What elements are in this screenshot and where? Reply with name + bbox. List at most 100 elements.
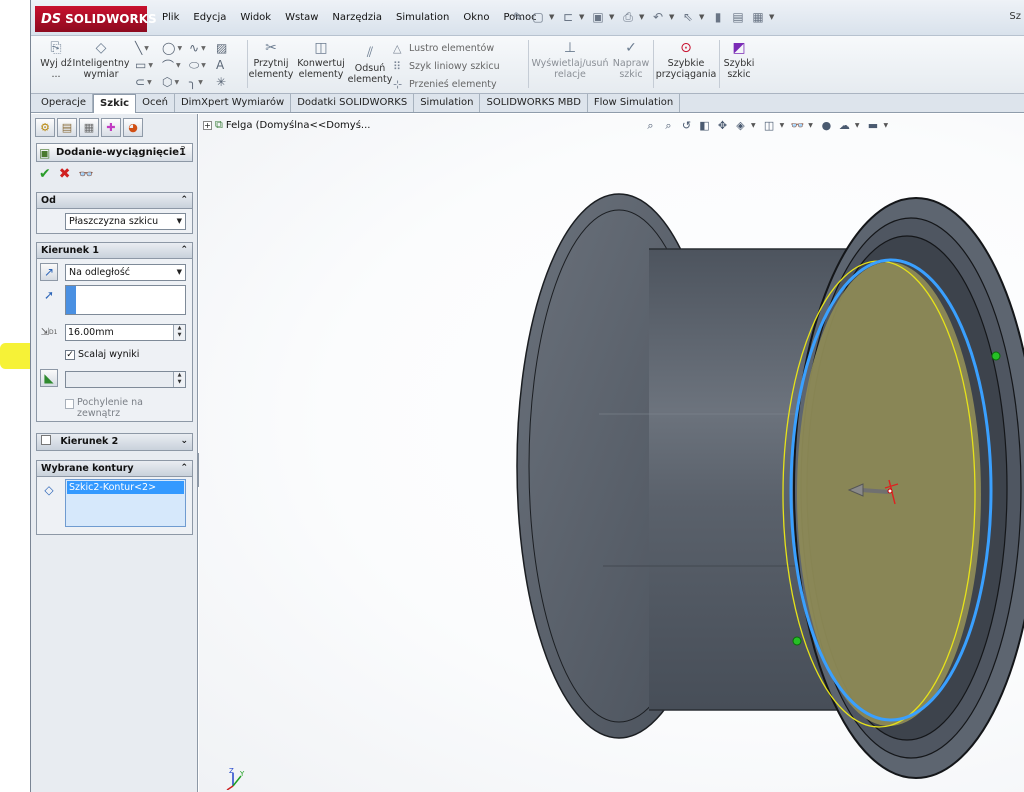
- feature-manager-icon[interactable]: ⚙: [35, 118, 55, 137]
- edit-appearance-icon[interactable]: ●: [819, 118, 834, 133]
- open-dropdown-icon[interactable]: ▼: [579, 13, 587, 21]
- direction-vector-field[interactable]: [65, 285, 186, 315]
- print-icon[interactable]: ⎙: [619, 8, 637, 26]
- tab-szkic[interactable]: Szkic: [93, 94, 137, 113]
- collapse-chevron-icon[interactable]: ⌃: [180, 461, 188, 476]
- draft-spinner-icon[interactable]: ▲ ▼: [173, 372, 185, 387]
- quick-snaps-button[interactable]: ⊙ Szybkie przyciągania: [655, 39, 717, 81]
- menu-plik[interactable]: Plik: [155, 11, 186, 25]
- options-dropdown-icon[interactable]: ▼: [769, 13, 777, 21]
- collapse-chevron-icon[interactable]: ⌃: [180, 243, 188, 258]
- previous-view-icon[interactable]: ↺: [679, 118, 694, 133]
- cancel-icon[interactable]: ✖: [59, 166, 71, 182]
- text-icon[interactable]: A: [216, 57, 242, 73]
- chevron-down-icon[interactable]: ▼: [808, 122, 813, 129]
- view-orientation-icon[interactable]: ◈: [733, 118, 748, 133]
- sketch-face[interactable]: [797, 262, 981, 726]
- apply-scene-icon[interactable]: ☁: [837, 118, 852, 133]
- tab-dimxpert[interactable]: DimXpert Wymiarów: [175, 94, 292, 112]
- new-document-icon[interactable]: ▢: [529, 8, 547, 26]
- display-manager-icon[interactable]: ◕: [123, 118, 143, 137]
- feature-tree-flyout[interactable]: + ⧉ Felga (Domyślna<<Domyś...: [203, 118, 370, 132]
- tab-simulation[interactable]: Simulation: [414, 94, 481, 112]
- linear-pattern-button[interactable]: ⠿ Szyk liniowy szkicu: [393, 57, 523, 75]
- selected-contours-header[interactable]: Wybrane kontury ⌃: [37, 461, 192, 477]
- file-properties-icon[interactable]: ▤: [729, 8, 747, 26]
- list-item[interactable]: Szkic2-Kontur<2>: [67, 481, 184, 494]
- expand-chevron-icon[interactable]: ⌄: [180, 434, 188, 449]
- direction2-header[interactable]: Kierunek 2 ⌄: [37, 434, 192, 450]
- print-dropdown-icon[interactable]: ▼: [639, 13, 647, 21]
- from-select[interactable]: Płaszczyzna szkicu ▼: [65, 213, 186, 230]
- detailed-preview-icon[interactable]: 👓: [78, 167, 93, 181]
- line-icon[interactable]: ╲ ▼: [135, 40, 161, 56]
- new-dropdown-icon[interactable]: ▼: [549, 13, 557, 21]
- section-view-icon[interactable]: ◧: [697, 118, 712, 133]
- property-manager-icon[interactable]: ▤: [57, 118, 77, 137]
- slot-icon[interactable]: ⊂ ▼: [135, 74, 161, 90]
- menu-edycja[interactable]: Edycja: [186, 11, 233, 25]
- graphics-area[interactable]: + ⧉ Felga (Domyślna<<Domyś... ⌕ ⌕ ↺ ◧ ✥ …: [199, 114, 1024, 792]
- save-dropdown-icon[interactable]: ▼: [609, 13, 617, 21]
- select-dropdown-icon[interactable]: ▼: [699, 13, 707, 21]
- ok-icon[interactable]: ✔: [39, 166, 51, 182]
- draft-angle-input[interactable]: ▲ ▼: [65, 371, 186, 388]
- options-icon[interactable]: ▦: [749, 8, 767, 26]
- end-condition-select[interactable]: Na odległość ▼: [65, 264, 186, 281]
- expand-plus-icon[interactable]: +: [203, 120, 212, 130]
- rapid-sketch-button[interactable]: ◩ Szybki szkic: [721, 39, 757, 81]
- select-icon[interactable]: ⇖: [679, 8, 697, 26]
- from-group-header[interactable]: Od ⌃: [37, 193, 192, 209]
- menu-wstaw[interactable]: Wstaw: [278, 11, 325, 25]
- depth-input[interactable]: 16.00mm ▲ ▼: [65, 324, 186, 341]
- view-settings-icon[interactable]: ▬: [866, 118, 881, 133]
- spline-icon[interactable]: ∿ ▼: [189, 40, 215, 56]
- contour-point-icon[interactable]: [991, 351, 1001, 361]
- mirror-entities-button[interactable]: △ Lustro elementów: [393, 39, 523, 57]
- menu-simulation[interactable]: Simulation: [389, 11, 456, 25]
- save-icon[interactable]: ▣: [589, 8, 607, 26]
- exit-sketch-button[interactable]: ⎘ Wyj dź ...: [39, 39, 73, 81]
- draft-outward-checkbox[interactable]: Pochylenie na zewnątrz: [65, 397, 175, 419]
- arc-icon[interactable]: ⌒ ▼: [162, 57, 188, 73]
- depth-spinner-icon[interactable]: ▲ ▼: [173, 325, 185, 340]
- open-icon[interactable]: ⊏: [559, 8, 577, 26]
- dynamic-annotation-icon[interactable]: ✥: [715, 118, 730, 133]
- smart-dimension-button[interactable]: ◇ Inteligentny wymiar: [71, 39, 131, 81]
- direction2-checkbox[interactable]: [41, 435, 51, 445]
- chevron-down-icon[interactable]: ▼: [780, 122, 785, 129]
- menu-widok[interactable]: Widok: [233, 11, 278, 25]
- fillet-icon[interactable]: ╮ ▼: [189, 74, 215, 90]
- zoom-to-area-icon[interactable]: ⌕: [661, 118, 676, 133]
- display-style-icon[interactable]: ◫: [762, 118, 777, 133]
- collapse-chevron-icon[interactable]: ⌃: [180, 193, 188, 208]
- solidworks-logo[interactable]: DS SOLIDWORKS: [35, 6, 157, 32]
- ellipse-icon[interactable]: ⬭ ▼: [189, 57, 215, 73]
- contour-point-icon[interactable]: [792, 636, 802, 646]
- trim-button[interactable]: ✂ Przytnij elementy: [249, 39, 294, 81]
- hide-show-icon[interactable]: 👓: [790, 118, 805, 133]
- undo-dropdown-icon[interactable]: ▼: [669, 13, 677, 21]
- menu-okno[interactable]: Okno: [456, 11, 496, 25]
- undo-icon[interactable]: ↶: [649, 8, 667, 26]
- reverse-direction-icon[interactable]: ↗: [40, 263, 58, 281]
- tab-ocen[interactable]: Oceń: [136, 94, 175, 112]
- surface-icon[interactable]: ▨: [216, 40, 242, 56]
- selected-contours-list[interactable]: Szkic2-Kontur<2>: [65, 479, 186, 527]
- point-icon[interactable]: ✳: [216, 74, 242, 90]
- chevron-down-icon[interactable]: ▼: [855, 122, 860, 129]
- move-entities-button[interactable]: ⊹ Przenieś elementy: [393, 75, 523, 93]
- chevron-down-icon[interactable]: ▼: [884, 122, 889, 129]
- configuration-manager-icon[interactable]: ▦: [79, 118, 99, 137]
- convert-entities-button[interactable]: ◫ Konwertuj elementy: [295, 39, 347, 81]
- polygon-icon[interactable]: ⬡ ▼: [162, 74, 188, 90]
- merge-result-checkbox[interactable]: ✓ Scalaj wyniki: [65, 349, 139, 360]
- tab-flow-simulation[interactable]: Flow Simulation: [588, 94, 681, 112]
- rebuild-icon[interactable]: ▮: [709, 8, 727, 26]
- menu-narzedzia[interactable]: Narzędzia: [325, 11, 389, 25]
- display-relations-button[interactable]: ⊥ Wyświetlaj/usuń relacje: [531, 39, 609, 81]
- tab-mbd[interactable]: SOLIDWORKS MBD: [480, 94, 588, 112]
- circle-icon[interactable]: ◯ ▼: [162, 40, 188, 56]
- zoom-to-fit-icon[interactable]: ⌕: [643, 118, 658, 133]
- direction1-header[interactable]: Kierunek 1 ⌃: [37, 243, 192, 259]
